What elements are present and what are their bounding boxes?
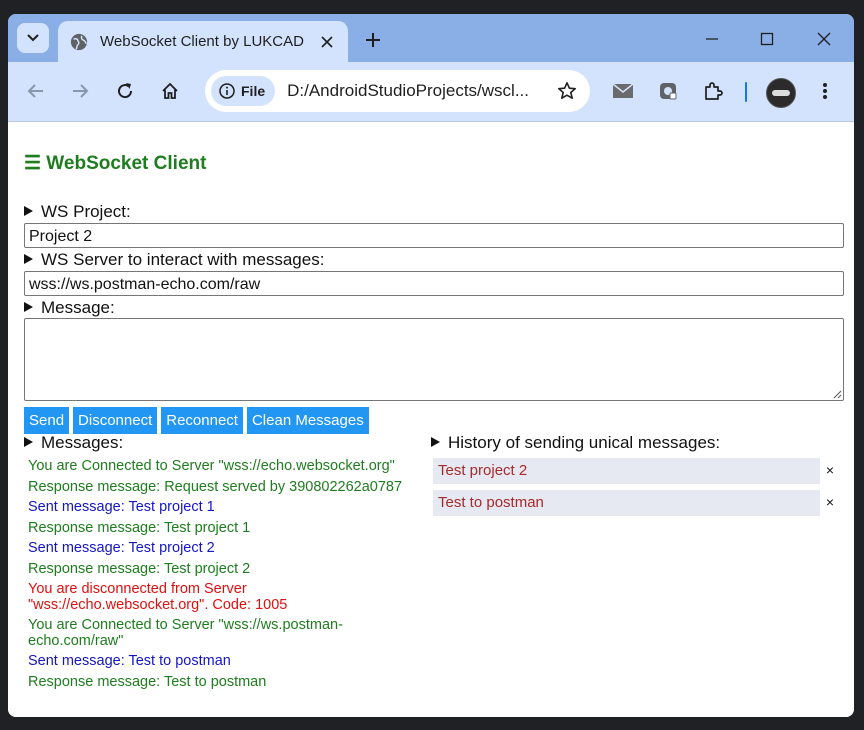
page-content: ☰ WebSocket Client WS Project: Project 2… (8, 122, 854, 717)
tab-close-icon[interactable] (316, 31, 338, 53)
message-disconnected: You are disconnected from Server "wss://… (28, 581, 288, 613)
maximize-icon (760, 32, 774, 46)
arrow-left-icon (27, 84, 43, 98)
toolbar-separator (745, 82, 747, 102)
profile-avatar[interactable] (766, 78, 796, 108)
maximize-button[interactable] (753, 26, 781, 52)
tab-active[interactable]: WebSocket Client by LUKCAD (58, 21, 348, 62)
home-button[interactable] (157, 78, 183, 104)
disconnect-button[interactable]: Disconnect (73, 407, 158, 434)
messages-label: Messages: (41, 433, 124, 452)
tab-strip: WebSocket Client by LUKCAD (8, 14, 854, 62)
home-icon (162, 82, 178, 99)
history-toggle[interactable]: History of sending unical messages: (431, 433, 720, 453)
history-label: History of sending unical messages: (448, 433, 721, 452)
chevron-down-icon (27, 34, 39, 42)
close-icon (817, 32, 831, 46)
message-connected: You are Connected to Server "wss://echo.… (28, 458, 395, 474)
reconnect-button[interactable]: Reconnect (161, 407, 243, 434)
message-toggle[interactable]: Message: (24, 298, 115, 318)
ws-server-label: WS Server to interact with messages: (41, 250, 325, 269)
message-response: Response message: Test project 2 (28, 560, 251, 577)
message-sent: Sent message: Test to postman (28, 653, 231, 669)
back-button[interactable] (23, 78, 49, 104)
message-sent: Sent message: Test project 1 (28, 499, 215, 515)
send-button[interactable]: Send (24, 407, 70, 434)
message-sent: Sent message: Test project 2 (28, 540, 215, 556)
extensions-menu-button[interactable] (700, 78, 726, 104)
ws-server-input[interactable]: wss://ws.postman-echo.com/raw (24, 271, 844, 296)
tab-title: WebSocket Client by LUKCAD (100, 33, 304, 50)
message-textarea[interactable] (24, 318, 844, 401)
browser-toolbar: File D:/AndroidStudioProjects/wscl... (8, 62, 854, 122)
messages-list: You are Connected to Server "wss://echo.… (28, 458, 423, 695)
ws-project-toggle[interactable]: WS Project: (24, 202, 131, 222)
close-window-button[interactable] (810, 26, 838, 52)
message-response: Response message: Request served by 3908… (28, 478, 403, 495)
reload-icon (118, 83, 133, 99)
forward-button[interactable] (67, 78, 93, 104)
plus-icon (366, 33, 380, 47)
address-bar[interactable]: File D:/AndroidStudioProjects/wscl... (205, 70, 590, 112)
message-label: Message: (41, 298, 115, 317)
ws-project-input[interactable]: Project 2 (24, 223, 844, 248)
minimize-button[interactable] (698, 26, 726, 52)
bookmark-star-icon[interactable] (554, 78, 580, 104)
avatar-icon (772, 90, 790, 96)
site-info-chip[interactable]: File (211, 76, 276, 106)
message-connected: You are Connected to Server "wss://ws.po… (28, 617, 343, 649)
triangle-right-icon (24, 254, 33, 264)
url-text[interactable]: D:/AndroidStudioProjects/wscl... (287, 81, 554, 101)
ws-server-toggle[interactable]: WS Server to interact with messages: (24, 250, 324, 270)
site-info-label: File (241, 83, 266, 99)
clean-messages-button[interactable]: Clean Messages (246, 407, 369, 434)
history-item[interactable]: Test project 2 (433, 458, 820, 484)
extension-app-icon (660, 83, 677, 100)
ws-project-label: WS Project: (41, 202, 131, 221)
puzzle-icon (705, 82, 723, 100)
tab-search-button[interactable] (17, 23, 49, 53)
app-title: ☰ WebSocket Client (24, 153, 207, 174)
kebab-menu-icon (823, 83, 827, 99)
globe-icon (70, 33, 88, 50)
messages-toggle[interactable]: Messages: (24, 433, 123, 453)
mail-icon (612, 83, 634, 98)
info-icon (219, 83, 235, 99)
resize-grip-icon[interactable] (832, 389, 842, 399)
triangle-right-icon (431, 437, 440, 447)
history-remove-button[interactable]: × (824, 494, 836, 510)
message-response: Response message: Test to postman (28, 673, 267, 690)
minimize-icon (706, 38, 718, 40)
message-response: Response message: Test project 1 (28, 519, 251, 536)
triangle-right-icon (24, 302, 33, 312)
new-tab-button[interactable] (360, 27, 386, 53)
reload-button[interactable] (112, 78, 138, 104)
browser-window: WebSocket Client by LUKCAD File D:/Andro… (8, 14, 854, 717)
triangle-right-icon (24, 206, 33, 216)
history-item[interactable]: Test to postman (433, 490, 820, 516)
extension-button[interactable] (655, 78, 681, 104)
arrow-right-icon (73, 84, 89, 98)
action-buttons: Send Disconnect Reconnect Clean Messages (24, 407, 369, 434)
mail-extension-button[interactable] (610, 78, 636, 104)
browser-menu-button[interactable] (812, 78, 838, 104)
triangle-right-icon (24, 437, 33, 447)
history-remove-button[interactable]: × (824, 462, 836, 478)
